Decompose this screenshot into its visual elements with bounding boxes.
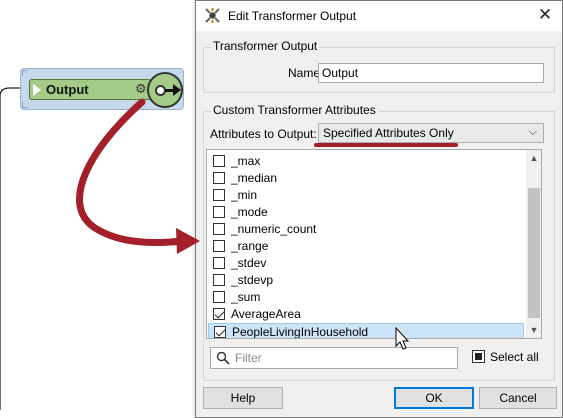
- list-item[interactable]: PeopleLivingInHousehold: [208, 323, 524, 339]
- attribute-label: _min: [231, 188, 258, 202]
- attribute-checkbox[interactable]: [213, 172, 225, 184]
- name-input[interactable]: [318, 63, 544, 83]
- attribute-checkbox[interactable]: [213, 257, 225, 269]
- attribute-label: _sum: [231, 290, 261, 304]
- cancel-button[interactable]: Cancel: [479, 387, 557, 409]
- attribute-label: _range: [231, 239, 269, 253]
- dialog-titlebar[interactable]: Edit Transformer Output ✕: [196, 1, 562, 31]
- close-button[interactable]: ✕: [534, 5, 556, 27]
- select-all-label[interactable]: Select all: [490, 350, 539, 364]
- connection-line: [0, 87, 24, 410]
- dropdown-value: Specified Attributes Only: [323, 126, 454, 140]
- attribute-checkbox[interactable]: [213, 291, 225, 303]
- filter-box[interactable]: [210, 347, 458, 369]
- workspace-canvas[interactable]: Output ⚙: [0, 0, 195, 418]
- attributes-to-output-dropdown[interactable]: Specified Attributes Only ⌵: [318, 123, 544, 143]
- gear-icon[interactable]: ⚙: [135, 81, 147, 97]
- attribute-checkbox[interactable]: [213, 240, 225, 252]
- node-label: Output: [46, 82, 89, 97]
- attribute-checkbox[interactable]: [213, 223, 225, 235]
- list-item[interactable]: _range: [208, 238, 524, 255]
- list-item[interactable]: _stdevp: [208, 272, 524, 289]
- list-item[interactable]: _min: [208, 187, 524, 204]
- attribute-label: _mode: [231, 205, 268, 219]
- attribute-label: _stdev: [231, 256, 267, 270]
- fme-workbench-icon: [205, 8, 220, 23]
- input-port-icon[interactable]: [33, 84, 41, 96]
- attribute-label: _numeric_count: [231, 222, 317, 236]
- attribute-label: _median: [231, 171, 278, 185]
- scroll-down-icon[interactable]: ▼: [526, 322, 541, 338]
- filter-input[interactable]: [235, 350, 453, 366]
- help-button[interactable]: Help: [203, 387, 283, 409]
- node-body[interactable]: Output ⚙: [29, 79, 151, 100]
- attribute-checkbox[interactable]: [213, 206, 225, 218]
- list-item[interactable]: _numeric_count: [208, 221, 524, 238]
- attribute-label: _stdevp: [231, 273, 274, 287]
- select-all-checkbox[interactable]: [472, 350, 485, 363]
- attribute-checkbox[interactable]: [214, 326, 226, 338]
- list-item[interactable]: _sum: [208, 289, 524, 306]
- node-corner-mark: [22, 102, 28, 108]
- attribute-label: AverageArea: [231, 307, 301, 321]
- attribute-checkbox[interactable]: [213, 308, 225, 320]
- list-item[interactable]: _stdev: [208, 255, 524, 272]
- output-transformer-node[interactable]: Output ⚙: [20, 68, 184, 110]
- search-icon: [216, 351, 230, 365]
- list-item[interactable]: _max: [208, 153, 524, 170]
- chevron-down-icon: ⌵: [528, 126, 537, 138]
- attribute-checkbox[interactable]: [213, 274, 225, 286]
- output-port-icon[interactable]: [147, 72, 183, 108]
- group-title: Transformer Output: [211, 39, 320, 53]
- node-corner-mark: [22, 70, 28, 76]
- transformer-output-group: Transformer Output Name:: [203, 39, 555, 93]
- list-item[interactable]: AverageArea: [208, 306, 524, 323]
- attribute-list[interactable]: _max _median _min _mode _numeric_count _range…: [206, 149, 542, 339]
- ok-button[interactable]: OK: [394, 387, 474, 409]
- attributes-to-output-label: Attributes to Output:: [210, 127, 317, 141]
- close-icon: ✕: [537, 5, 553, 24]
- list-scrollbar[interactable]: ▲ ▼: [526, 150, 541, 338]
- scroll-up-icon[interactable]: ▲: [526, 150, 541, 166]
- output-port-arrow-icon: [165, 84, 181, 96]
- list-item[interactable]: _median: [208, 170, 524, 187]
- attribute-checkbox[interactable]: [213, 155, 225, 167]
- group-title: Custom Transformer Attributes: [211, 103, 378, 117]
- list-item[interactable]: _mode: [208, 204, 524, 221]
- edit-transformer-output-dialog: Edit Transformer Output ✕ Transformer Ou…: [195, 0, 563, 418]
- dialog-title: Edit Transformer Output: [228, 9, 357, 23]
- attribute-label: _max: [231, 154, 261, 168]
- scroll-thumb[interactable]: [528, 188, 540, 318]
- attribute-label: PeopleLivingInHousehold: [232, 325, 369, 339]
- attribute-checkbox[interactable]: [213, 189, 225, 201]
